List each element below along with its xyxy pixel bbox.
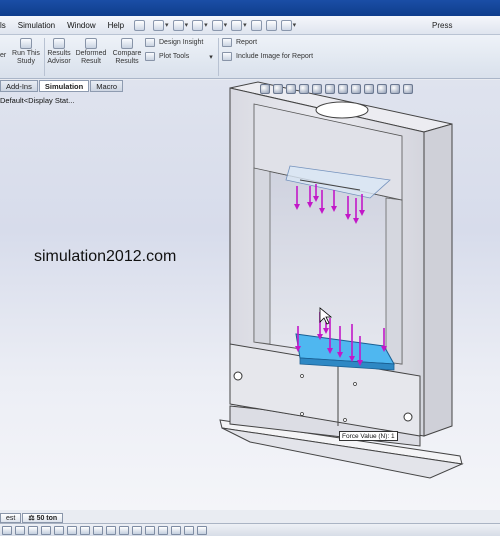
menu-tools[interactable]: ls	[0, 21, 12, 30]
measure-icon[interactable]	[28, 525, 38, 535]
camera-icon	[222, 52, 232, 61]
hide-show-items-icon[interactable]	[338, 84, 348, 94]
deformed-result-button[interactable]: Deformed Result	[75, 38, 107, 66]
menu-bar: ls Simulation Window Help ▾ ▾ ▾ ▾ ▾ ▾ Pr…	[0, 16, 500, 35]
compare-results-icon	[121, 38, 133, 49]
display-pane-icon[interactable]	[390, 84, 400, 94]
new-file-icon[interactable]	[153, 19, 165, 31]
configuration-label[interactable]: Default<Display Stat...	[0, 96, 74, 105]
ribbon-divider	[44, 38, 45, 76]
view-orientation-icon[interactable]	[312, 84, 322, 94]
chevron-down-icon[interactable]: ▾	[243, 21, 247, 29]
contact-icon[interactable]	[119, 525, 129, 535]
results-advisor-button[interactable]: Results Advisor	[46, 38, 72, 66]
save-icon[interactable]	[192, 19, 204, 31]
force-value-tooltip: Force Value (N): 1	[339, 431, 398, 441]
select-icon[interactable]	[250, 19, 262, 31]
pin-icon[interactable]	[134, 19, 146, 31]
tab-add-ins[interactable]: Add-Ins	[0, 80, 38, 92]
tab-study-test[interactable]: est	[0, 513, 22, 523]
menu-simulation[interactable]: Simulation	[12, 21, 61, 30]
filter-icon[interactable]	[67, 525, 77, 535]
edit-appearance-icon[interactable]	[351, 84, 361, 94]
watermark-text: simulation2012.com	[34, 248, 177, 265]
chevron-down-icon[interactable]: ▾	[293, 21, 297, 29]
material-icon[interactable]	[145, 525, 155, 535]
rebuild-icon[interactable]	[265, 19, 277, 31]
tab-study-50-ton[interactable]: ⚖ 50 ton	[22, 513, 64, 523]
chevron-down-icon[interactable]: ▾	[209, 53, 213, 61]
plot-tools-icon	[145, 52, 155, 61]
probe-icon[interactable]	[158, 525, 168, 535]
plot-icon[interactable]	[171, 525, 181, 535]
chevron-down-icon[interactable]: ▾	[165, 21, 169, 29]
zoom-to-area-icon[interactable]	[273, 84, 283, 94]
ribbon-divider	[218, 38, 219, 76]
view-settings-icon[interactable]	[377, 84, 387, 94]
include-image-button[interactable]: Include Image for Report	[222, 52, 313, 61]
ribbon-cut-label: er	[0, 52, 7, 59]
arrow-icon[interactable]	[15, 525, 25, 535]
plot-tools-button[interactable]: Plot Tools ▾	[145, 52, 213, 61]
chevron-down-icon[interactable]: ▾	[204, 21, 208, 29]
realview-icon[interactable]	[403, 84, 413, 94]
connector-icon[interactable]	[132, 525, 142, 535]
press-frame	[229, 81, 453, 437]
graphics-viewport[interactable]: Default<Display Stat... simulation2012.c…	[0, 80, 500, 510]
press-frame-model[interactable]	[0, 80, 500, 510]
display-style-icon[interactable]	[325, 84, 335, 94]
previous-view-icon[interactable]	[286, 84, 296, 94]
report-icon	[222, 38, 232, 47]
compare-results-button[interactable]: Compare Results	[111, 38, 143, 66]
report-button[interactable]: Report	[222, 38, 257, 47]
tab-macro[interactable]: Macro	[90, 80, 124, 92]
filter-icon[interactable]	[54, 525, 64, 535]
options-icon[interactable]	[280, 19, 292, 31]
bottom-toolbar	[0, 523, 500, 536]
tab-simulation[interactable]: Simulation	[38, 80, 90, 92]
zoom-to-fit-icon[interactable]	[260, 84, 270, 94]
menu-help[interactable]: Help	[102, 21, 130, 30]
chevron-down-icon[interactable]: ▾	[224, 21, 228, 29]
heads-up-view-toolbar	[260, 83, 416, 95]
design-insight-button[interactable]: Design Insight	[145, 38, 203, 47]
results-advisor-icon	[53, 38, 65, 49]
study-tabs: est ⚖ 50 ton	[0, 513, 64, 523]
animate-icon[interactable]	[184, 525, 194, 535]
run-study-button[interactable]: Run This Study	[10, 38, 42, 66]
menu-window[interactable]: Window	[61, 21, 101, 30]
settings-icon[interactable]	[197, 525, 207, 535]
sketch-icon[interactable]	[41, 525, 51, 535]
apply-scene-icon[interactable]	[364, 84, 374, 94]
arrow-icon[interactable]	[2, 525, 12, 535]
window-title-text: Press	[432, 21, 453, 30]
command-manager-tabs: Add-Ins Simulation Macro	[0, 80, 124, 92]
chevron-down-icon[interactable]: ▾	[185, 21, 189, 29]
study-icon: ⚖	[28, 515, 37, 522]
deformed-result-icon	[85, 38, 97, 49]
window-title-bar	[0, 0, 500, 16]
load-icon[interactable]	[106, 525, 116, 535]
simulation-ribbon: er Run This Study Results Advisor Deform…	[0, 35, 500, 79]
fixture-icon[interactable]	[93, 525, 103, 535]
open-file-icon[interactable]	[172, 19, 184, 31]
design-insight-icon	[145, 38, 155, 47]
mesh-icon[interactable]	[80, 525, 90, 535]
undo-icon[interactable]	[231, 19, 243, 31]
section-view-icon[interactable]	[299, 84, 309, 94]
run-study-icon	[20, 38, 32, 49]
print-icon[interactable]	[211, 19, 223, 31]
